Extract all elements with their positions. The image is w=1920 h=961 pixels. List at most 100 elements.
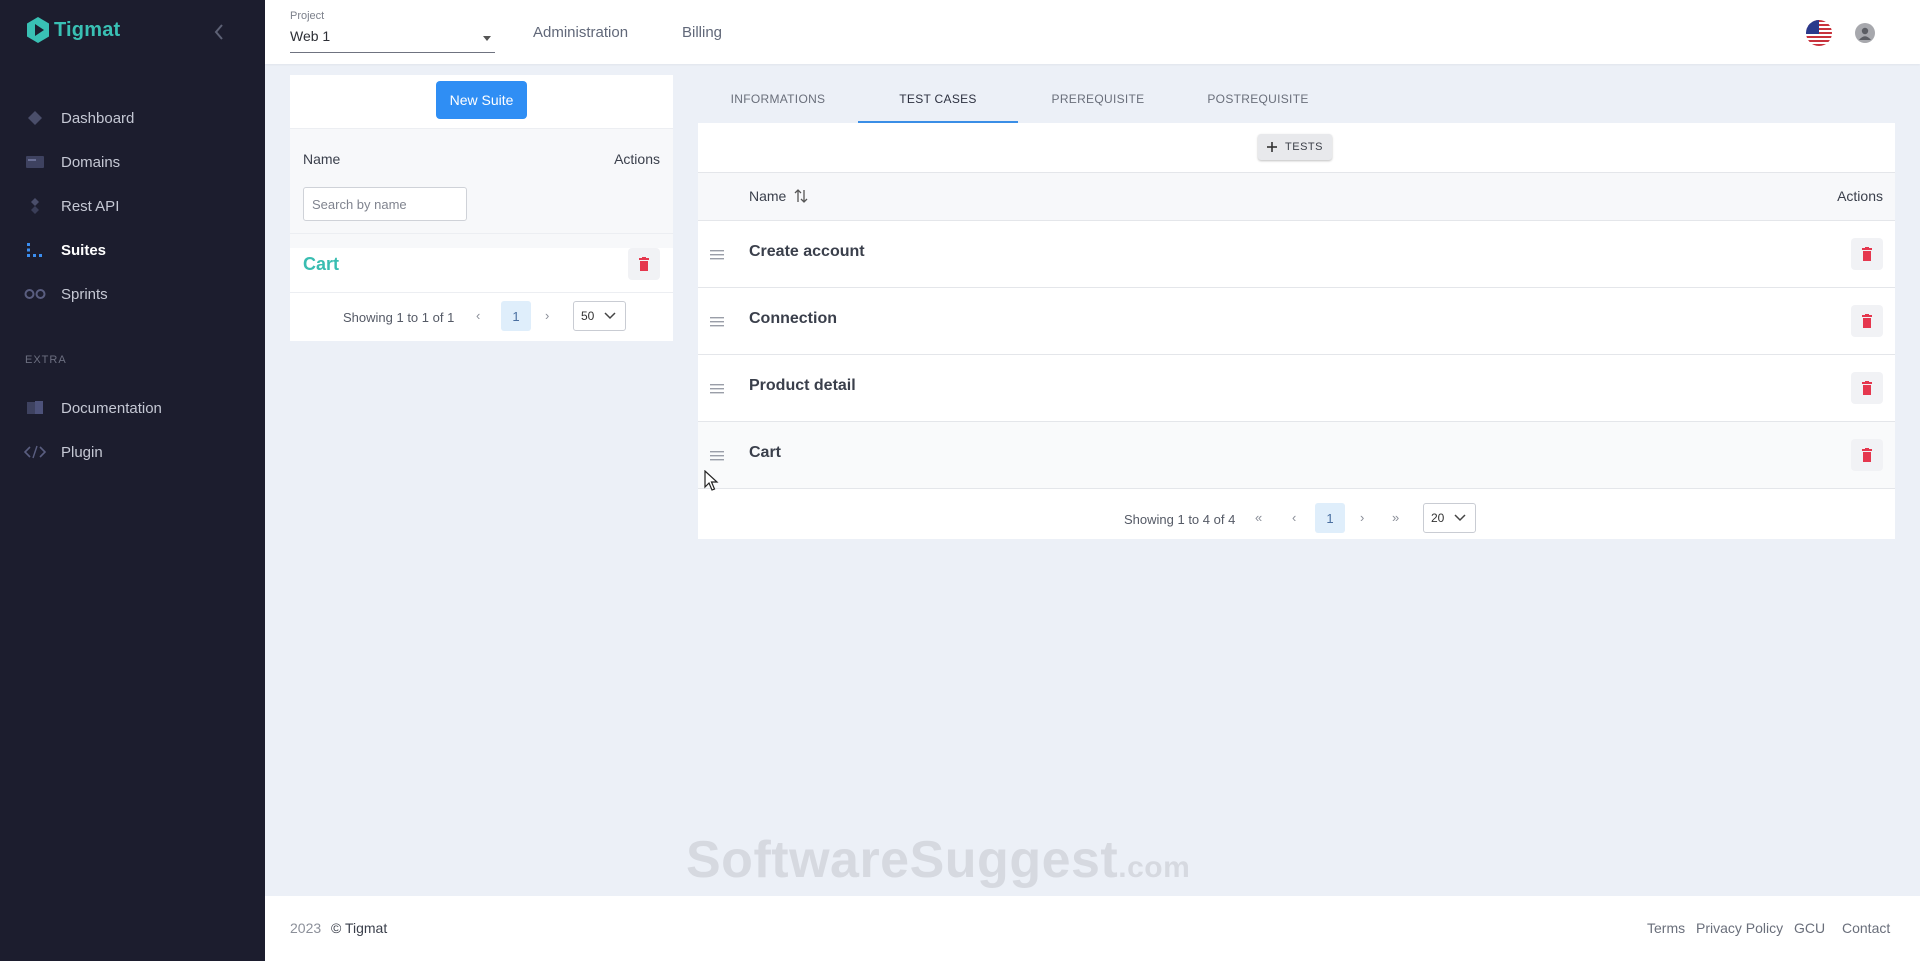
administration-link[interactable]: Administration bbox=[533, 24, 628, 41]
column-header-name[interactable]: Name bbox=[749, 188, 808, 204]
app-name: Tigmat bbox=[54, 18, 121, 41]
sidebar-item-dashboard[interactable]: Dashboard bbox=[0, 96, 265, 140]
sidebar-item-label: Domains bbox=[61, 153, 121, 171]
project-select-label: Project bbox=[290, 10, 325, 22]
page-size-value: 20 bbox=[1431, 511, 1445, 525]
suite-name-link[interactable]: Cart bbox=[303, 254, 339, 275]
privacy-policy-link[interactable]: Privacy Policy bbox=[1696, 920, 1783, 936]
table-row[interactable]: Product detail bbox=[698, 355, 1895, 422]
caret-down-icon bbox=[483, 36, 491, 41]
gcu-link[interactable]: GCU bbox=[1794, 920, 1825, 936]
trash-icon bbox=[639, 257, 649, 271]
user-avatar-icon[interactable] bbox=[1855, 23, 1875, 43]
us-flag-icon[interactable] bbox=[1806, 20, 1832, 46]
sidebar-item-domains[interactable]: Domains bbox=[0, 140, 265, 184]
table-row[interactable]: Connection bbox=[698, 288, 1895, 355]
trash-icon bbox=[1862, 448, 1872, 462]
footer: 2023 © Tigmat Terms Privacy Policy GCU C… bbox=[265, 896, 1920, 961]
add-tests-button[interactable]: TESTS bbox=[1258, 134, 1332, 160]
table-row[interactable]: Create account bbox=[698, 221, 1895, 288]
search-input[interactable] bbox=[303, 187, 467, 221]
sidebar-item-documentation[interactable]: Documentation bbox=[0, 386, 265, 430]
sidebar-item-label: Suites bbox=[61, 241, 107, 259]
contact-link[interactable]: Contact bbox=[1842, 920, 1890, 936]
pagination-summary: Showing 1 to 1 of 1 bbox=[343, 310, 455, 325]
first-page-icon[interactable]: « bbox=[1255, 510, 1262, 525]
pagination-summary: Showing 1 to 4 of 4 bbox=[1124, 512, 1236, 527]
tab-test-cases[interactable]: TEST CASES bbox=[858, 80, 1018, 123]
next-page-icon[interactable]: › bbox=[1360, 510, 1364, 525]
page-size-select[interactable]: 20 bbox=[1423, 503, 1476, 533]
column-header-actions: Actions bbox=[614, 151, 660, 167]
delete-test-case-button[interactable] bbox=[1851, 238, 1883, 270]
sidebar-item-label: Dashboard bbox=[61, 109, 135, 127]
sidebar-item-suites[interactable]: Suites bbox=[0, 228, 265, 272]
test-cases-table-header: Name Actions bbox=[698, 172, 1895, 221]
page-size-select[interactable]: 50 bbox=[573, 301, 626, 331]
app-logo[interactable]: Tigmat bbox=[26, 16, 120, 44]
project-select-value: Web 1 bbox=[290, 28, 331, 44]
project-select[interactable]: Project Web 1 bbox=[290, 10, 495, 53]
test-case-name[interactable]: Product detail bbox=[749, 377, 856, 395]
trash-icon bbox=[1862, 381, 1872, 395]
drag-handle-icon[interactable] bbox=[710, 250, 724, 260]
page-button[interactable]: 1 bbox=[501, 301, 531, 331]
drag-handle-icon[interactable] bbox=[710, 317, 724, 327]
page-size-value: 50 bbox=[581, 309, 595, 323]
sidebar-item-label: Documentation bbox=[61, 399, 162, 417]
test-case-name[interactable]: Connection bbox=[749, 310, 837, 328]
dashboard-icon bbox=[24, 109, 46, 127]
add-tests-label: TESTS bbox=[1285, 141, 1323, 153]
table-row[interactable]: Cart bbox=[698, 422, 1895, 489]
chevron-down-icon bbox=[604, 312, 616, 320]
tab-prerequisite[interactable]: PREREQUISITE bbox=[1018, 80, 1178, 123]
book-icon bbox=[24, 399, 46, 417]
prev-page-icon[interactable]: ‹ bbox=[1292, 510, 1296, 525]
tab-postrequisite[interactable]: POSTREQUISITE bbox=[1178, 80, 1338, 123]
watermark-text: SoftwareSuggest bbox=[686, 831, 1119, 889]
billing-link[interactable]: Billing bbox=[682, 24, 722, 41]
logo-icon bbox=[27, 17, 49, 43]
suites-panel: New Suite Name Actions Cart Showing 1 to… bbox=[290, 75, 673, 341]
delete-test-case-button[interactable] bbox=[1851, 439, 1883, 471]
delete-test-case-button[interactable] bbox=[1851, 305, 1883, 337]
column-header-name[interactable]: Name bbox=[303, 151, 340, 167]
table-row[interactable]: Cart bbox=[290, 233, 673, 293]
drag-handle-icon[interactable] bbox=[710, 384, 724, 394]
column-header-name-label: Name bbox=[749, 188, 787, 204]
delete-test-case-button[interactable] bbox=[1851, 372, 1883, 404]
suites-icon bbox=[24, 241, 46, 259]
chevron-down-icon bbox=[1454, 514, 1466, 522]
footer-year: 2023 bbox=[290, 920, 322, 936]
last-page-icon[interactable]: » bbox=[1392, 510, 1399, 525]
watermark: SoftwareSuggest.com bbox=[686, 830, 1190, 890]
chevron-left-icon bbox=[214, 24, 223, 40]
tab-informations[interactable]: INFORMATIONS bbox=[698, 80, 858, 123]
terms-link[interactable]: Terms bbox=[1647, 920, 1685, 936]
test-case-name[interactable]: Create account bbox=[749, 243, 865, 261]
prev-page-icon[interactable]: ‹ bbox=[476, 308, 480, 323]
sidebar-item-plugin[interactable]: Plugin bbox=[0, 430, 265, 474]
page-button[interactable]: 1 bbox=[1315, 503, 1345, 533]
suites-pagination: Showing 1 to 1 of 1 ‹ 1 › 50 bbox=[290, 296, 673, 336]
top-header: Project Web 1 Administration Billing bbox=[265, 0, 1920, 64]
test-cases-pagination: Showing 1 to 4 of 4 « ‹ 1 › » 20 bbox=[698, 498, 1895, 538]
sidebar-item-label: Rest API bbox=[61, 197, 120, 215]
sidebar-item-rest-api[interactable]: Rest API bbox=[0, 184, 265, 228]
code-icon bbox=[24, 443, 46, 461]
domains-icon bbox=[24, 153, 46, 171]
new-suite-button[interactable]: New Suite bbox=[436, 81, 527, 119]
trash-icon bbox=[1862, 314, 1872, 328]
next-page-icon[interactable]: › bbox=[545, 308, 549, 323]
footer-copyright: © Tigmat bbox=[331, 920, 388, 936]
delete-suite-button[interactable] bbox=[628, 248, 660, 280]
sidebar-nav: Dashboard Domains Rest API Suites Sprint… bbox=[0, 96, 265, 474]
collapse-sidebar-button[interactable] bbox=[208, 20, 230, 44]
sidebar-item-sprints[interactable]: Sprints bbox=[0, 272, 265, 316]
test-cases-panel: TESTS Name Actions Create account Connec… bbox=[698, 123, 1895, 539]
test-case-name[interactable]: Cart bbox=[749, 444, 781, 462]
column-header-actions: Actions bbox=[1837, 188, 1883, 204]
drag-handle-icon[interactable] bbox=[710, 451, 724, 461]
sprints-icon bbox=[24, 285, 46, 303]
sidebar: Tigmat Dashboard Domains Rest API Suites… bbox=[0, 0, 265, 961]
